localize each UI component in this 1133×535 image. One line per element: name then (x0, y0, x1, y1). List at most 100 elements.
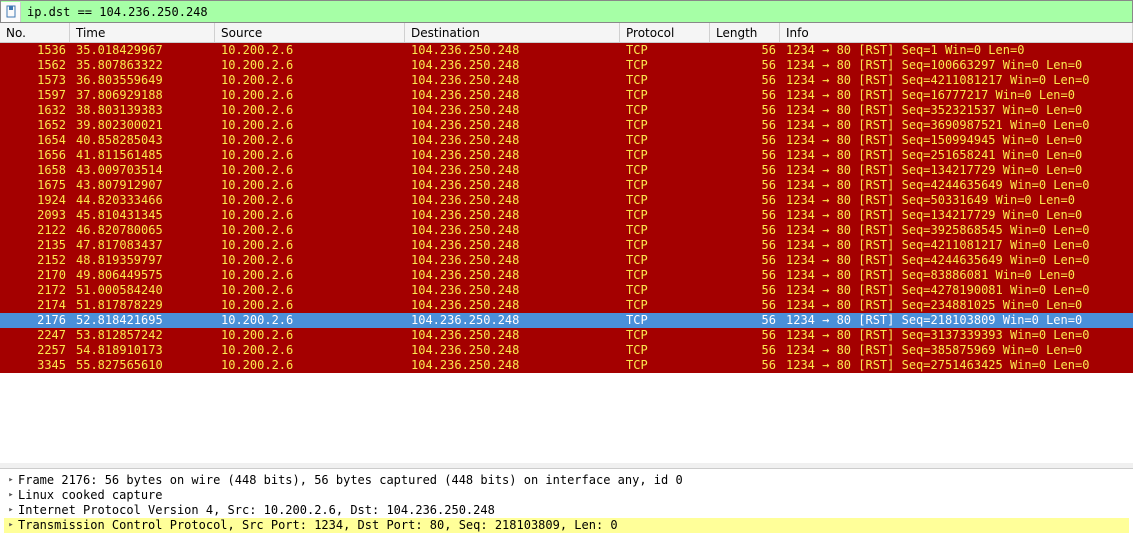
cell-proto: TCP (620, 298, 710, 313)
packet-row[interactable]: 213547.81708343710.200.2.6104.236.250.24… (0, 238, 1133, 253)
packet-row[interactable]: 153635.01842996710.200.2.6104.236.250.24… (0, 43, 1133, 58)
cell-src: 10.200.2.6 (215, 328, 405, 343)
cell-time: 43.009703514 (70, 163, 215, 178)
expand-icon[interactable]: ▸ (4, 488, 18, 503)
column-header-protocol[interactable]: Protocol (620, 23, 710, 42)
cell-len: 56 (710, 88, 780, 103)
cell-info: 1234 → 80 [RST] Seq=4211081217 Win=0 Len… (780, 238, 1133, 253)
cell-dst: 104.236.250.248 (405, 343, 620, 358)
cell-time: 54.818910173 (70, 343, 215, 358)
cell-info: 1234 → 80 [RST] Seq=251658241 Win=0 Len=… (780, 148, 1133, 163)
cell-len: 56 (710, 103, 780, 118)
cell-src: 10.200.2.6 (215, 298, 405, 313)
column-header-info[interactable]: Info (780, 23, 1133, 42)
detail-line[interactable]: ▸Linux cooked capture (4, 488, 1129, 503)
cell-time: 51.817878229 (70, 298, 215, 313)
column-header-time[interactable]: Time (70, 23, 215, 42)
cell-len: 56 (710, 208, 780, 223)
cell-time: 45.810431345 (70, 208, 215, 223)
cell-dst: 104.236.250.248 (405, 313, 620, 328)
cell-len: 56 (710, 253, 780, 268)
packet-row[interactable]: 165440.85828504310.200.2.6104.236.250.24… (0, 133, 1133, 148)
cell-info: 1234 → 80 [RST] Seq=4244635649 Win=0 Len… (780, 253, 1133, 268)
cell-no: 2257 (0, 343, 70, 358)
cell-proto: TCP (620, 268, 710, 283)
cell-info: 1234 → 80 [RST] Seq=3690987521 Win=0 Len… (780, 118, 1133, 133)
column-header-source[interactable]: Source (215, 23, 405, 42)
packet-row[interactable]: 163238.80313938310.200.2.6104.236.250.24… (0, 103, 1133, 118)
packet-row[interactable]: 157336.80355964910.200.2.6104.236.250.24… (0, 73, 1133, 88)
cell-len: 56 (710, 343, 780, 358)
column-header-destination[interactable]: Destination (405, 23, 620, 42)
expand-icon[interactable]: ▸ (4, 518, 18, 533)
cell-proto: TCP (620, 118, 710, 133)
cell-no: 1656 (0, 148, 70, 163)
cell-dst: 104.236.250.248 (405, 328, 620, 343)
expand-icon[interactable]: ▸ (4, 503, 18, 518)
cell-time: 43.807912907 (70, 178, 215, 193)
cell-len: 56 (710, 193, 780, 208)
cell-info: 1234 → 80 [RST] Seq=1 Win=0 Len=0 (780, 43, 1133, 58)
column-header-no[interactable]: No. (0, 23, 70, 42)
cell-time: 41.811561485 (70, 148, 215, 163)
cell-dst: 104.236.250.248 (405, 178, 620, 193)
packet-row[interactable]: 165239.80230002110.200.2.6104.236.250.24… (0, 118, 1133, 133)
cell-src: 10.200.2.6 (215, 88, 405, 103)
cell-len: 56 (710, 223, 780, 238)
cell-len: 56 (710, 328, 780, 343)
packet-row[interactable]: 217652.81842169510.200.2.6104.236.250.24… (0, 313, 1133, 328)
cell-src: 10.200.2.6 (215, 193, 405, 208)
packet-row[interactable]: 217251.00058424010.200.2.6104.236.250.24… (0, 283, 1133, 298)
packet-row[interactable]: 167543.80791290710.200.2.6104.236.250.24… (0, 178, 1133, 193)
packet-list[interactable]: 153635.01842996710.200.2.6104.236.250.24… (0, 43, 1133, 463)
packet-row[interactable]: 334555.82756561010.200.2.6104.236.250.24… (0, 358, 1133, 373)
cell-dst: 104.236.250.248 (405, 238, 620, 253)
cell-src: 10.200.2.6 (215, 283, 405, 298)
cell-len: 56 (710, 163, 780, 178)
cell-no: 1924 (0, 193, 70, 208)
packet-row[interactable]: 209345.81043134510.200.2.6104.236.250.24… (0, 208, 1133, 223)
column-header-length[interactable]: Length (710, 23, 780, 42)
packet-row[interactable]: 165843.00970351410.200.2.6104.236.250.24… (0, 163, 1133, 178)
expand-icon[interactable]: ▸ (4, 473, 18, 488)
detail-line[interactable]: ▸Internet Protocol Version 4, Src: 10.20… (4, 503, 1129, 518)
cell-dst: 104.236.250.248 (405, 73, 620, 88)
cell-info: 1234 → 80 [RST] Seq=4244635649 Win=0 Len… (780, 178, 1133, 193)
cell-src: 10.200.2.6 (215, 148, 405, 163)
cell-len: 56 (710, 178, 780, 193)
cell-time: 47.817083437 (70, 238, 215, 253)
packet-row[interactable]: 192444.82033346610.200.2.6104.236.250.24… (0, 193, 1133, 208)
cell-len: 56 (710, 238, 780, 253)
packet-row[interactable]: 215248.81935979710.200.2.6104.236.250.24… (0, 253, 1133, 268)
cell-info: 1234 → 80 [RST] Seq=16777217 Win=0 Len=0 (780, 88, 1133, 103)
cell-proto: TCP (620, 178, 710, 193)
packet-row[interactable]: 225754.81891017310.200.2.6104.236.250.24… (0, 343, 1133, 358)
detail-line[interactable]: ▸Frame 2176: 56 bytes on wire (448 bits)… (4, 473, 1129, 488)
packet-row[interactable]: 217451.81787822910.200.2.6104.236.250.24… (0, 298, 1133, 313)
cell-time: 35.807863322 (70, 58, 215, 73)
detail-line[interactable]: ▸Transmission Control Protocol, Src Port… (4, 518, 1129, 533)
cell-dst: 104.236.250.248 (405, 88, 620, 103)
filter-bookmark-icon[interactable] (1, 2, 21, 22)
cell-len: 56 (710, 298, 780, 313)
display-filter-bar (0, 0, 1133, 23)
packet-row[interactable]: 159737.80692918810.200.2.6104.236.250.24… (0, 88, 1133, 103)
cell-info: 1234 → 80 [RST] Seq=234881025 Win=0 Len=… (780, 298, 1133, 313)
detail-text: Transmission Control Protocol, Src Port:… (18, 518, 618, 533)
cell-src: 10.200.2.6 (215, 223, 405, 238)
packet-row[interactable]: 217049.80644957510.200.2.6104.236.250.24… (0, 268, 1133, 283)
packet-row[interactable]: 212246.82078006510.200.2.6104.236.250.24… (0, 223, 1133, 238)
cell-no: 1597 (0, 88, 70, 103)
packet-row[interactable]: 165641.81156148510.200.2.6104.236.250.24… (0, 148, 1133, 163)
cell-no: 1675 (0, 178, 70, 193)
cell-proto: TCP (620, 223, 710, 238)
cell-time: 55.827565610 (70, 358, 215, 373)
cell-info: 1234 → 80 [RST] Seq=3925868545 Win=0 Len… (780, 223, 1133, 238)
cell-no: 2176 (0, 313, 70, 328)
packet-row[interactable]: 156235.80786332210.200.2.6104.236.250.24… (0, 58, 1133, 73)
display-filter-input[interactable] (21, 3, 1132, 21)
cell-len: 56 (710, 283, 780, 298)
packet-details-pane[interactable]: ▸Frame 2176: 56 bytes on wire (448 bits)… (0, 469, 1133, 535)
cell-info: 1234 → 80 [RST] Seq=150994945 Win=0 Len=… (780, 133, 1133, 148)
packet-row[interactable]: 224753.81285724210.200.2.6104.236.250.24… (0, 328, 1133, 343)
